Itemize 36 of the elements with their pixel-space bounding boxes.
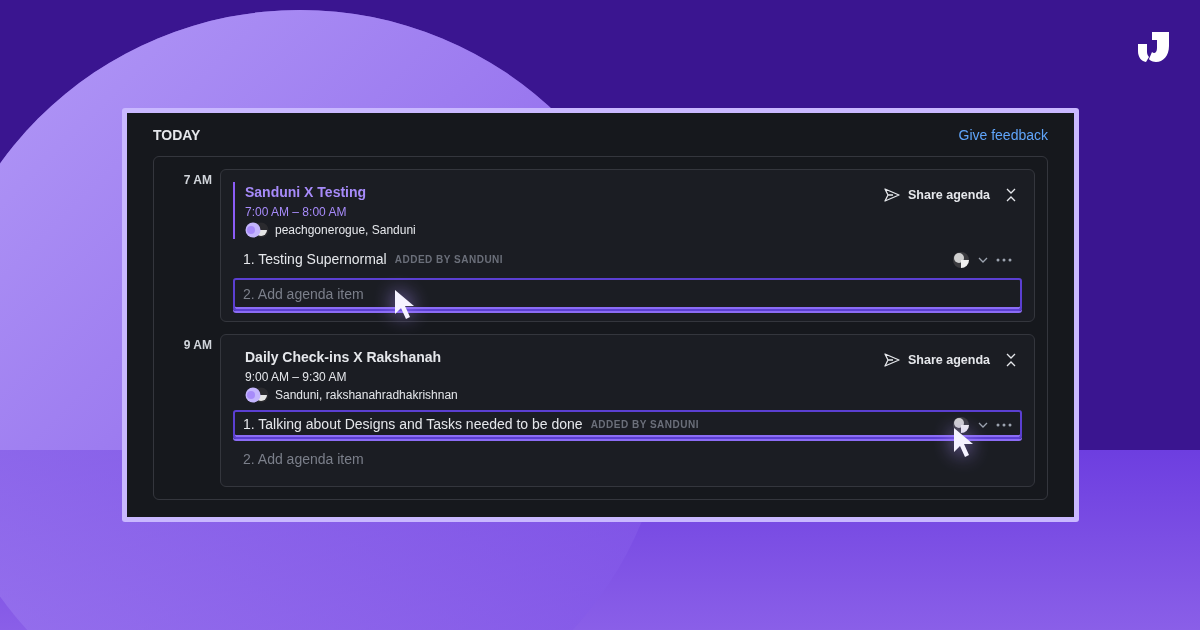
meeting-card[interactable]: Daily Check-ins X Rakshanah 9:00 AM – 9:30 AM Sanduni, rakshanahradhakrishnan Share agenda 1. Talking about Designs and Tasks needed to be done ADDED BY SANDUNI 2. Add agenda item — [220, 334, 1035, 487]
avatar-icon — [952, 250, 970, 269]
section-title: TODAY — [153, 126, 201, 145]
agenda-input-field[interactable]: 2. Add agenda item — [233, 443, 1022, 476]
avatar-icon — [245, 387, 269, 403]
more-icon[interactable] — [996, 422, 1012, 427]
agenda-item-text: 1. Testing Supernormal — [243, 250, 387, 269]
meeting-time: 9:00 AM – 9:30 AM — [245, 369, 348, 386]
collapse-icon[interactable] — [1006, 353, 1016, 368]
added-by-label: ADDED BY SANDUNI — [394, 253, 504, 267]
send-icon — [884, 188, 900, 203]
attendees-text: peachgonerogue, Sanduni — [275, 222, 416, 239]
send-icon — [884, 353, 900, 368]
avatar-icon — [245, 222, 269, 238]
avatar-icon — [952, 415, 970, 434]
agenda-input-field[interactable]: 2. Add agenda item — [233, 278, 1022, 311]
attendees-text: Sanduni, rakshanahradhakrishnan — [275, 387, 458, 404]
agenda-item-text: 1. Talking about Designs and Tasks needed to be done — [243, 415, 583, 434]
share-agenda-button[interactable]: Share agenda — [884, 351, 990, 370]
logo-icon — [1136, 32, 1170, 62]
hour-label: 7 AM — [182, 172, 212, 189]
current-indicator — [233, 182, 235, 239]
meeting-time: 7:00 AM – 8:00 AM — [245, 204, 348, 221]
share-agenda-button[interactable]: Share agenda — [884, 186, 990, 205]
meeting-title: Sanduni X Testing — [245, 183, 368, 202]
agenda-item[interactable]: 1. Talking about Designs and Tasks needed to be done ADDED BY SANDUNI — [233, 410, 1022, 439]
hour-label: 9 AM — [182, 337, 212, 354]
agenda-item[interactable]: 1. Testing Supernormal ADDED BY SANDUNI — [233, 245, 1022, 274]
chevron-down-icon[interactable] — [978, 421, 988, 428]
meeting-title: Daily Check-ins X Rakshanah — [245, 348, 443, 367]
feedback-link[interactable]: Give feedback — [958, 125, 1048, 146]
chevron-down-icon[interactable] — [978, 256, 988, 263]
more-icon[interactable] — [996, 257, 1012, 262]
meeting-card[interactable]: Sanduni X Testing 7:00 AM – 8:00 AM peachgonerogue, Sanduni Share agenda 1. Testing Supernormal ADDED BY SANDUNI 2. Add agenda item — [220, 169, 1035, 322]
added-by-label: ADDED BY SANDUNI — [590, 418, 699, 432]
collapse-icon[interactable] — [1006, 188, 1016, 203]
